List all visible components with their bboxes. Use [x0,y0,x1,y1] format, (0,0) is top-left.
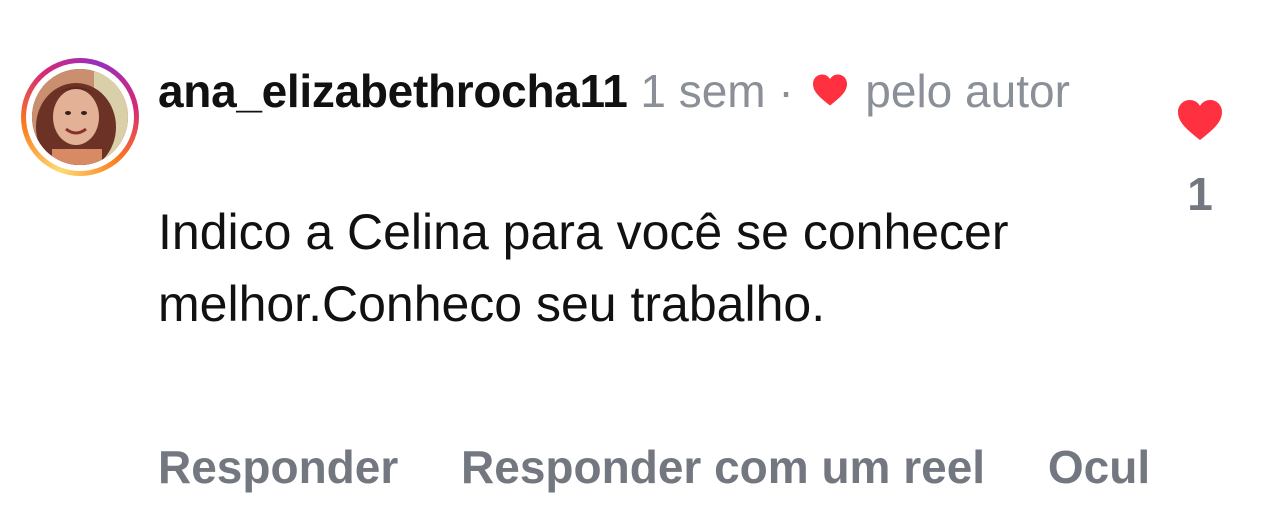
comment-time: 1 sem [640,65,766,117]
reply-button[interactable]: Responder [158,441,398,493]
meta-separator: · [778,65,794,117]
avatar[interactable] [32,69,128,165]
avatar-story-ring[interactable] [21,58,139,176]
heart-icon [811,60,849,122]
comment-header: ana_elizabethrocha11 1 sem · pelo autor [158,60,1118,126]
like-count[interactable]: 1 [1160,169,1240,219]
comment-text: Indico a Celina para você se conhecer me… [158,204,1009,332]
username[interactable]: ana_elizabethrocha11 [158,65,628,117]
heart-filled-icon[interactable] [1160,98,1240,147]
avatar-image [32,69,128,165]
comment: ana_elizabethrocha11 1 sem · pelo autor … [0,0,1284,529]
hide-button[interactable]: Ocul [1048,441,1150,493]
like-column: 1 [1160,98,1240,219]
reply-with-reel-button[interactable]: Responder com um reel [461,441,985,493]
liked-by-author-label: pelo autor [865,65,1070,117]
comment-actions: Responder Responder com um reel Ocul [158,432,1284,502]
